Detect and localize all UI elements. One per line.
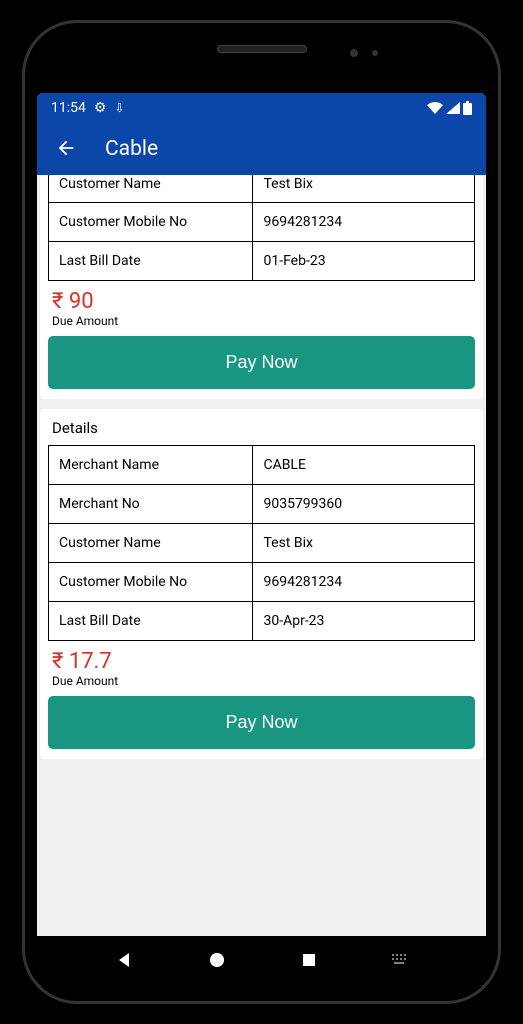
table-row: Merchant Name CABLE bbox=[49, 446, 475, 485]
keyboard-icon bbox=[392, 954, 408, 966]
android-nav-bar bbox=[37, 936, 486, 986]
field-value: 9035799360 bbox=[253, 485, 475, 524]
table-row: Last Bill Date 30-Apr-23 bbox=[49, 602, 475, 641]
bill-card-2: Details Merchant Name CABLE Merchant No … bbox=[40, 409, 483, 759]
due-amount-value: ₹ 90 bbox=[52, 289, 471, 314]
nav-keyboard-button[interactable] bbox=[392, 954, 408, 969]
table-row: Customer Mobile No 9694281234 bbox=[49, 563, 475, 602]
settings-icon: ⚙ bbox=[94, 100, 107, 116]
wifi-icon bbox=[427, 102, 443, 114]
nav-back-button[interactable] bbox=[115, 951, 133, 972]
field-value: Test Bix bbox=[253, 175, 475, 203]
nav-home-button[interactable] bbox=[208, 951, 226, 972]
app-bar: Cable bbox=[37, 123, 486, 175]
content-scroll[interactable]: Customer Name Test Bix Customer Mobile N… bbox=[37, 175, 486, 936]
field-label: Merchant No bbox=[49, 485, 253, 524]
battery-icon bbox=[463, 101, 472, 115]
status-bar: 11:54 ⚙ ⇩ bbox=[37, 93, 486, 123]
table-row: Customer Name Test Bix bbox=[49, 175, 475, 203]
field-value: 9694281234 bbox=[253, 563, 475, 602]
status-time: 11:54 bbox=[51, 100, 86, 116]
due-amount-label: Due Amount bbox=[52, 314, 471, 328]
back-arrow-icon bbox=[55, 137, 77, 159]
field-label: Customer Name bbox=[49, 175, 253, 203]
due-amount-label: Due Amount bbox=[52, 674, 471, 688]
nav-recent-button[interactable] bbox=[301, 952, 317, 971]
field-value: 9694281234 bbox=[253, 203, 475, 242]
pay-now-button[interactable]: Pay Now bbox=[48, 336, 475, 389]
square-recent-icon bbox=[301, 952, 317, 968]
table-row: Customer Name Test Bix bbox=[49, 524, 475, 563]
bill-card-1: Customer Name Test Bix Customer Mobile N… bbox=[40, 175, 483, 399]
circle-home-icon bbox=[208, 951, 226, 969]
field-value: Test Bix bbox=[253, 524, 475, 563]
triangle-back-icon bbox=[115, 951, 133, 969]
field-label: Customer Name bbox=[49, 524, 253, 563]
pay-now-button[interactable]: Pay Now bbox=[48, 696, 475, 749]
page-title: Cable bbox=[105, 137, 158, 161]
download-icon: ⇩ bbox=[114, 101, 124, 115]
table-row: Last Bill Date 01-Feb-23 bbox=[49, 242, 475, 281]
section-title: Details bbox=[48, 409, 475, 445]
back-button[interactable] bbox=[49, 131, 83, 168]
field-label: Customer Mobile No bbox=[49, 203, 253, 242]
table-row: Merchant No 9035799360 bbox=[49, 485, 475, 524]
field-label: Merchant Name bbox=[49, 446, 253, 485]
due-amount-value: ₹ 17.7 bbox=[52, 649, 471, 674]
field-label: Customer Mobile No bbox=[49, 563, 253, 602]
table-row: Customer Mobile No 9694281234 bbox=[49, 203, 475, 242]
field-value: 30-Apr-23 bbox=[253, 602, 475, 641]
field-value: CABLE bbox=[253, 446, 475, 485]
field-value: 01-Feb-23 bbox=[253, 242, 475, 281]
signal-icon bbox=[446, 102, 460, 114]
field-label: Last Bill Date bbox=[49, 602, 253, 641]
field-label: Last Bill Date bbox=[49, 242, 253, 281]
